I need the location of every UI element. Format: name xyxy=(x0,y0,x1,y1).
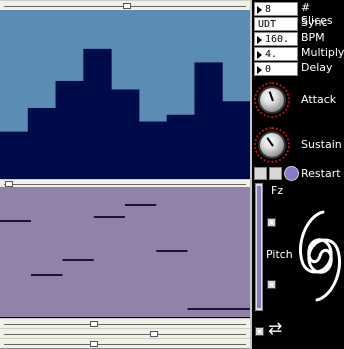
delay-label: Delay xyxy=(301,61,333,74)
slice-bar[interactable] xyxy=(138,121,168,179)
restart-toggle-b[interactable] xyxy=(269,167,282,180)
slice-bar[interactable] xyxy=(55,80,84,179)
fz-toggle[interactable] xyxy=(267,218,276,227)
bottom-slider-c[interactable] xyxy=(0,338,250,349)
sync-label: Sync xyxy=(301,16,328,29)
slice-bar[interactable] xyxy=(111,89,140,179)
slider-track xyxy=(4,343,246,345)
bottom-toggle[interactable] xyxy=(255,327,264,336)
slider-thumb[interactable] xyxy=(90,340,98,347)
slider-thumb[interactable] xyxy=(150,330,158,337)
pitch-segment[interactable] xyxy=(187,308,251,310)
multiply-label: Multiply xyxy=(301,46,344,59)
restart-toggle-a[interactable] xyxy=(254,167,267,180)
pitch-segment[interactable] xyxy=(125,204,157,206)
pitch-segment[interactable] xyxy=(62,259,94,261)
slider-track xyxy=(4,333,246,335)
slider-fill xyxy=(257,186,261,308)
slice-bar[interactable] xyxy=(83,48,112,179)
pitch-display-background xyxy=(0,187,250,317)
bpm-number-box[interactable]: 160. xyxy=(254,32,298,46)
loop-arrows-icon[interactable]: ⇄ xyxy=(268,318,282,340)
pitch-segment[interactable] xyxy=(31,274,63,276)
attack-knob[interactable] xyxy=(260,88,284,112)
slider-track xyxy=(4,184,246,185)
knob-pointer xyxy=(266,137,274,147)
pitch-segment[interactable] xyxy=(93,216,125,218)
sustain-label: Sustain xyxy=(301,138,342,151)
pitch-sequence-display[interactable] xyxy=(0,187,250,317)
slice-bar[interactable] xyxy=(27,108,57,179)
slice-amplitude-display[interactable] xyxy=(0,10,250,179)
spiral-logo xyxy=(297,184,343,328)
pitch-segment[interactable] xyxy=(156,250,188,252)
slice-bar[interactable] xyxy=(222,101,250,179)
knob-pointer xyxy=(268,91,274,102)
slider-track xyxy=(4,323,246,325)
slices-number-box[interactable]: 8 xyxy=(254,2,298,16)
restart-radio-icon[interactable] xyxy=(285,167,298,180)
attack-label: Attack xyxy=(301,93,337,106)
pitch-segment[interactable] xyxy=(0,220,31,222)
sustain-knob[interactable] xyxy=(260,133,284,157)
pitch-toggle[interactable] xyxy=(267,280,276,289)
slice-bar[interactable] xyxy=(0,131,29,179)
pitch-label: Pitch xyxy=(266,248,293,261)
vertical-slider[interactable] xyxy=(255,183,263,311)
slice-bar[interactable] xyxy=(166,114,195,179)
sync-field[interactable]: UDT xyxy=(254,17,298,31)
bpm-label: BPM xyxy=(301,31,325,44)
delay-number-box[interactable]: 0 xyxy=(254,62,298,76)
slider-thumb[interactable] xyxy=(90,320,98,327)
multiply-number-box[interactable]: 4. xyxy=(254,47,298,61)
fz-label: Fz xyxy=(271,184,284,197)
slice-bar[interactable] xyxy=(194,62,223,179)
panel-divider xyxy=(250,0,252,349)
slider-thumb[interactable] xyxy=(123,3,131,9)
restart-label: Restart xyxy=(301,167,341,180)
